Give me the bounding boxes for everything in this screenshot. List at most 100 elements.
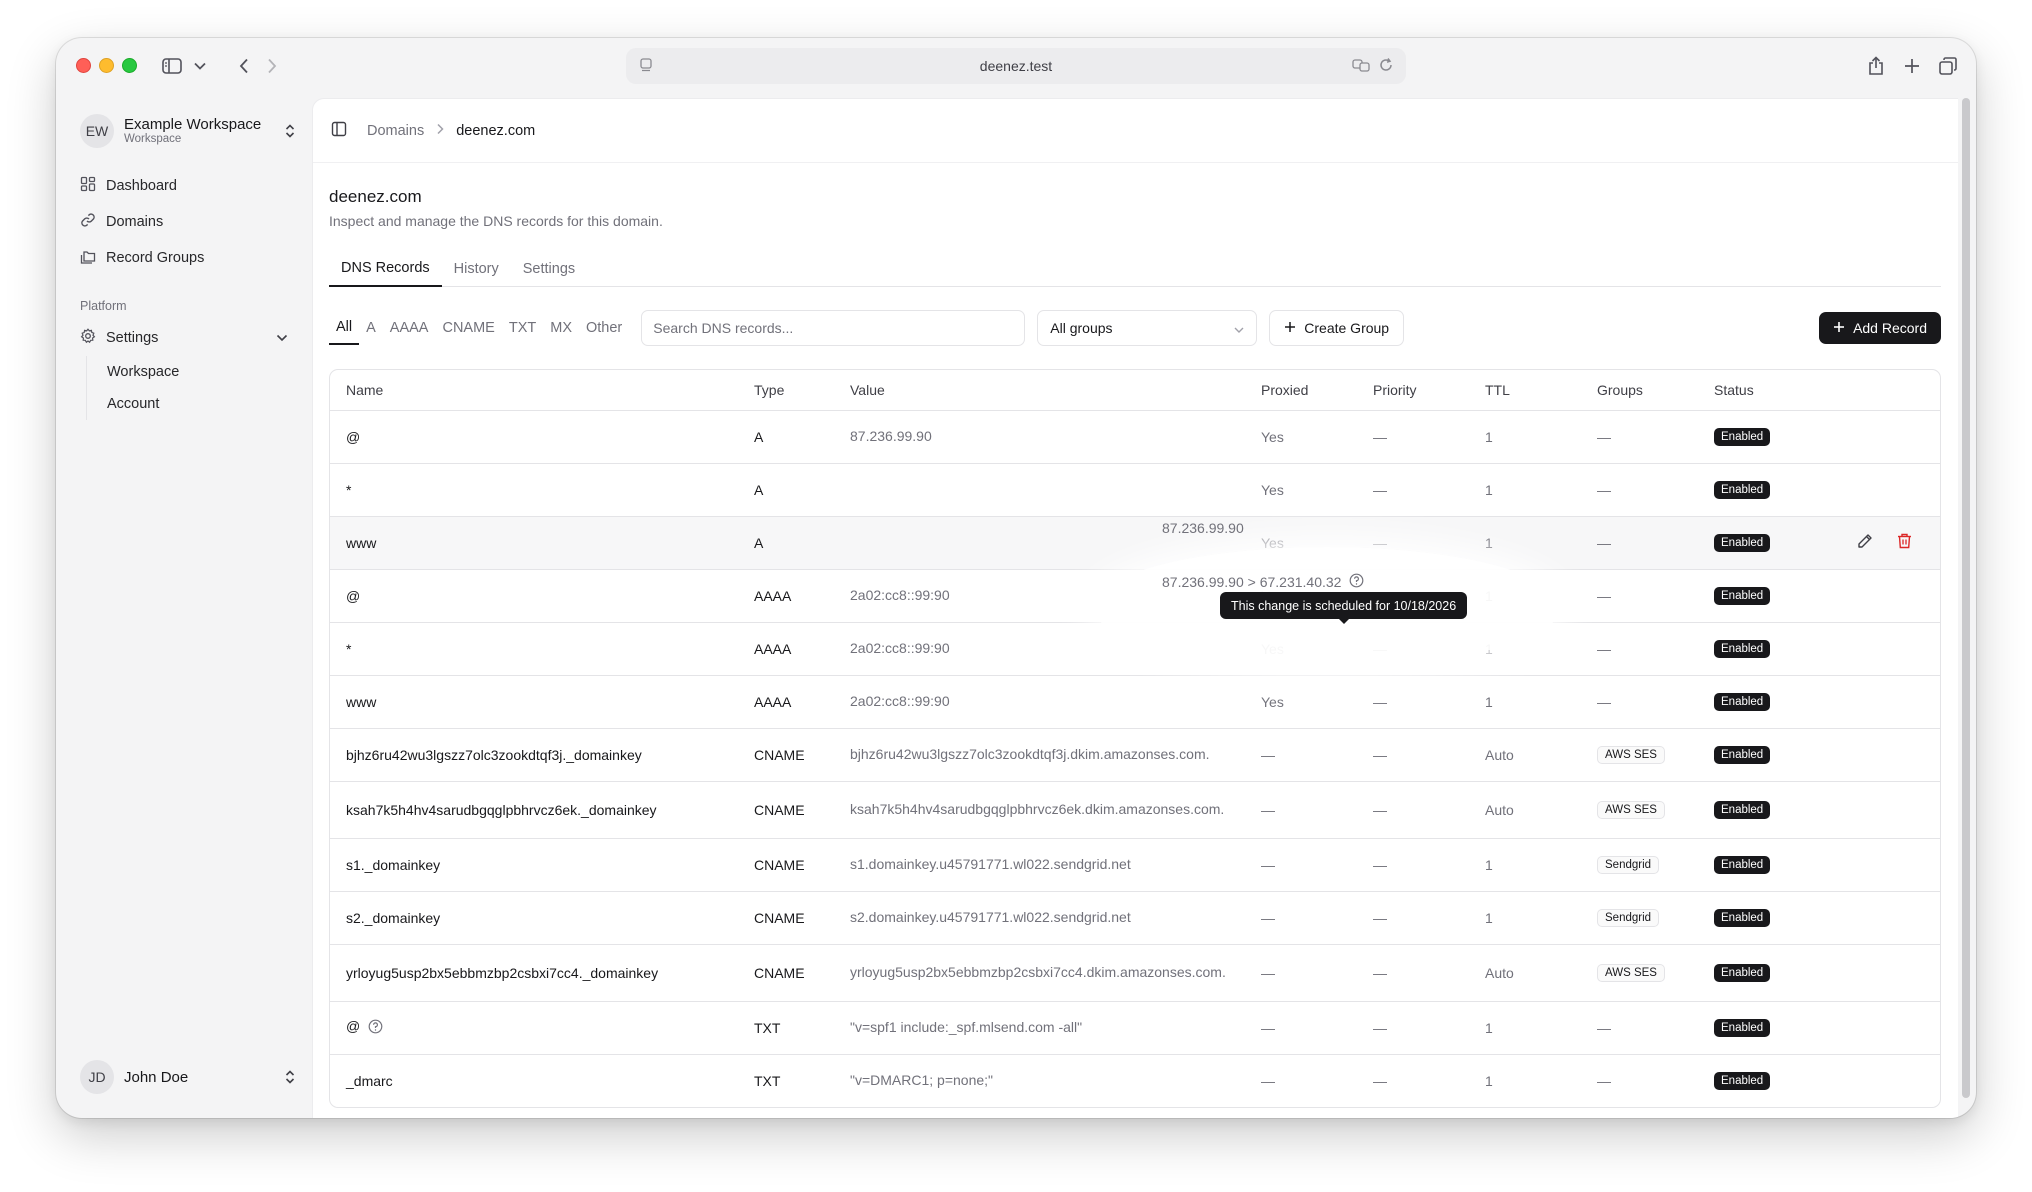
tab-settings[interactable]: Settings xyxy=(511,251,587,287)
filter-cname[interactable]: CNAME xyxy=(435,311,501,345)
group-badge[interactable]: AWS SES xyxy=(1597,801,1665,819)
column-header-priority[interactable]: Priority xyxy=(1357,370,1469,411)
edit-icon[interactable] xyxy=(1857,533,1873,552)
delete-icon[interactable] xyxy=(1897,533,1912,552)
group-badge[interactable]: Sendgrid xyxy=(1597,856,1660,874)
table-row[interactable]: ksah7k5h4hv4sarudbgqglpbhrvcz6ek._domain… xyxy=(330,781,1940,839)
sidebar-item-domains[interactable]: Domains xyxy=(72,204,296,240)
status-badge: Enabled xyxy=(1714,1072,1771,1091)
column-header-proxied[interactable]: Proxied xyxy=(1245,370,1357,411)
breadcrumb-domains[interactable]: Domains xyxy=(367,123,424,139)
record-name: ksah7k5h4hv4sarudbgqglpbhrvcz6ek._domain… xyxy=(330,781,738,839)
group-badge[interactable]: AWS SES xyxy=(1597,746,1665,764)
breadcrumb-current: deenez.com xyxy=(456,122,536,139)
record-priority: — xyxy=(1357,410,1469,464)
table-row[interactable]: _dmarc TXT "v=DMARC1; p=none;" — — 1 — E… xyxy=(330,1054,1940,1107)
filter-all[interactable]: All xyxy=(329,311,360,345)
record-group: — xyxy=(1581,569,1698,623)
sidebar-item-record-groups[interactable]: Record Groups xyxy=(72,240,296,276)
workspace-avatar: EW xyxy=(80,114,114,148)
chevron-down-icon[interactable] xyxy=(188,54,212,78)
minimize-window-button[interactable] xyxy=(99,58,114,73)
address-bar[interactable]: deenez.test xyxy=(626,48,1406,84)
sidebar-item-workspace[interactable]: Workspace xyxy=(103,356,296,388)
record-priority: — xyxy=(1357,944,1469,1002)
column-header-status[interactable]: Status xyxy=(1698,370,1818,411)
chevrons-up-down-icon[interactable] xyxy=(284,1069,296,1090)
sidebar-item-dashboard[interactable]: Dashboard xyxy=(72,168,296,204)
table-row[interactable]: * A Yes — 1 — Enabled xyxy=(330,463,1940,517)
record-status-cell: Enabled xyxy=(1698,622,1818,676)
record-status-cell: Enabled xyxy=(1698,838,1818,892)
search-input[interactable] xyxy=(641,310,1026,346)
record-type: A xyxy=(738,410,834,464)
chevrons-up-down-icon[interactable] xyxy=(284,123,296,144)
filter-txt[interactable]: TXT xyxy=(502,311,543,345)
record-proxied: Yes xyxy=(1245,516,1357,570)
create-group-button[interactable]: Create Group xyxy=(1269,310,1405,346)
sidebar-nav: Dashboard Domains Record Groups Platform xyxy=(72,168,296,420)
translate-icon[interactable] xyxy=(1352,57,1370,76)
record-name: @ xyxy=(330,569,738,623)
sidebar-item-label: Dashboard xyxy=(106,178,177,194)
column-header-ttl[interactable]: TTL xyxy=(1469,370,1581,411)
group-badge[interactable]: Sendgrid xyxy=(1597,909,1660,927)
workspace-switcher[interactable]: EW Example Workspace Workspace xyxy=(80,114,296,148)
column-header-groups[interactable]: Groups xyxy=(1581,370,1698,411)
new-tab-icon[interactable] xyxy=(1900,54,1924,78)
group-badge[interactable]: AWS SES xyxy=(1597,964,1665,982)
record-priority: — xyxy=(1357,622,1469,676)
add-record-button[interactable]: Add Record xyxy=(1819,312,1941,344)
sidebar-item-settings[interactable]: Settings xyxy=(72,320,296,356)
column-header-name[interactable]: Name xyxy=(330,370,738,411)
record-name: yrloyug5usp2bx5ebbmzbp2csbxi7cc4._domain… xyxy=(330,944,738,1002)
record-actions xyxy=(1818,1001,1940,1055)
back-icon[interactable] xyxy=(232,54,256,78)
tab-history[interactable]: History xyxy=(442,251,511,287)
chevron-down-icon[interactable] xyxy=(276,330,288,346)
filter-a[interactable]: A xyxy=(359,311,383,345)
table-row[interactable]: www AAAA 2a02:cc8::99:90 Yes — 1 — Enabl… xyxy=(330,675,1940,729)
tab-dns-records[interactable]: DNS Records xyxy=(329,251,442,287)
help-circle-icon[interactable] xyxy=(368,1019,383,1037)
share-icon[interactable] xyxy=(1864,54,1888,78)
table-row[interactable]: bjhz6ru42wu3lgszz7olc3zookdtqf3j._domain… xyxy=(330,728,1940,782)
record-value: s1.domainkey.u45791771.wl022.sendgrid.ne… xyxy=(834,838,1245,892)
sidebar-toggle-icon[interactable] xyxy=(160,54,184,78)
scrollbar[interactable] xyxy=(1962,98,1970,1098)
record-type: TXT xyxy=(754,1072,781,1089)
filter-mx[interactable]: MX xyxy=(543,311,579,345)
table-row[interactable]: * AAAA 2a02:cc8::99:90 Yes — 1 — Enabled xyxy=(330,622,1940,676)
record-group: — xyxy=(1581,463,1698,517)
group-select[interactable]: All groups xyxy=(1037,310,1258,346)
column-header-type[interactable]: Type xyxy=(738,370,834,411)
reload-icon[interactable] xyxy=(1378,57,1394,76)
sidebar-item-account[interactable]: Account xyxy=(103,388,296,420)
filter-other[interactable]: Other xyxy=(579,311,629,345)
table-row[interactable]: @ TXT "v=spf1 include:_spf.mlsend.com -a… xyxy=(330,1001,1940,1055)
user-menu[interactable]: JD John Doe xyxy=(80,1060,296,1094)
close-window-button[interactable] xyxy=(76,58,91,73)
help-circle-icon[interactable] xyxy=(1349,573,1364,591)
record-status-cell: Enabled xyxy=(1698,891,1818,945)
table-row[interactable]: @ AAAA 2a02:cc8::99:90 Yes — 1 — Enabled xyxy=(330,569,1940,623)
zoom-window-button[interactable] xyxy=(122,58,137,73)
table-row[interactable]: s2._domainkey CNAME s2.domainkey.u457917… xyxy=(330,891,1940,945)
record-actions xyxy=(1818,944,1940,1002)
table-row[interactable]: www A Yes — 1 — Enabled xyxy=(330,516,1940,570)
table-row[interactable]: @ A 87.236.99.90 Yes — 1 — Enabled xyxy=(330,410,1940,464)
record-type: AAAA xyxy=(738,569,834,623)
column-header-value[interactable]: Value xyxy=(834,370,1245,411)
table-row[interactable]: yrloyug5usp2bx5ebbmzbp2csbxi7cc4._domain… xyxy=(330,944,1940,1002)
record-priority: — xyxy=(1357,1001,1469,1055)
page-menu-icon[interactable] xyxy=(638,57,654,76)
table-row[interactable]: s1._domainkey CNAME s1.domainkey.u457917… xyxy=(330,838,1940,892)
record-actions xyxy=(1818,675,1940,729)
filter-aaaa[interactable]: AAAA xyxy=(383,311,436,345)
record-status-cell: Enabled xyxy=(1698,781,1818,839)
record-name: _dmarc xyxy=(346,1072,393,1089)
tab-overview-icon[interactable] xyxy=(1936,54,1960,78)
panel-toggle-icon[interactable] xyxy=(331,121,347,141)
forward-icon[interactable] xyxy=(260,54,284,78)
plus-icon xyxy=(1284,320,1296,336)
